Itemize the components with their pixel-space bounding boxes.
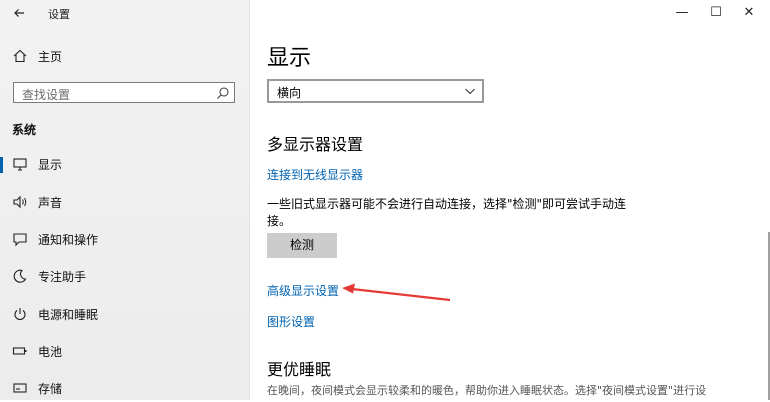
annotation-arrow-icon (342, 283, 451, 302)
sidebar-item-focus-assist[interactable]: 专注助手 (0, 264, 249, 290)
sidebar-item-label: 专注助手 (38, 270, 87, 284)
multi-display-heading: 多显示器设置 (267, 135, 364, 154)
advanced-display-settings-link[interactable]: 高级显示设置 (267, 282, 339, 299)
sidebar-item-label: 通知和操作 (38, 233, 99, 247)
monitor-icon (13, 158, 27, 171)
sidebar-item-label: 电源和睡眠 (38, 308, 99, 322)
sidebar: 设置 主页 查找设置 系统 显示 声音 通知和操作 专注助手 电源和睡眠 电池 … (0, 0, 250, 400)
app-title: 设置 (48, 8, 70, 21)
wireless-display-link[interactable]: 连接到无线显示器 (267, 166, 363, 183)
storage-icon (13, 383, 27, 393)
sidebar-item-label: 声音 (38, 196, 63, 210)
speaker-icon (13, 195, 27, 209)
detect-button[interactable]: 检测 (267, 233, 337, 258)
sidebar-item-storage[interactable]: 存储 (0, 376, 249, 402)
notification-icon (13, 233, 27, 247)
sidebar-item-power-sleep[interactable]: 电源和睡眠 (0, 302, 249, 328)
close-button[interactable]: ✕ (726, 2, 770, 24)
sleep-description: 在晚间，夜间模式会显示较柔和的暖色，帮助你进入睡眠状态。选择"夜间模式设置"进行… (267, 384, 707, 397)
sleep-heading: 更优睡眠 (267, 360, 332, 379)
back-button[interactable] (8, 3, 30, 23)
sidebar-item-label: 主页 (38, 50, 63, 64)
sidebar-item-sound[interactable]: 声音 (0, 190, 249, 216)
home-icon (13, 49, 27, 63)
power-icon (14, 308, 26, 321)
orientation-value: 横向 (277, 86, 302, 100)
sidebar-item-battery[interactable]: 电池 (0, 339, 249, 365)
sidebar-item-display[interactable]: 显示 (0, 152, 249, 178)
sidebar-item-label: 显示 (38, 158, 63, 172)
graphics-settings-link[interactable]: 图形设置 (267, 313, 315, 330)
search-input[interactable]: 查找设置 (13, 82, 235, 103)
search-icon[interactable] (216, 86, 230, 100)
back-arrow-icon (14, 9, 24, 17)
page-title: 显示 (267, 46, 312, 71)
chevron-down-icon (465, 88, 475, 95)
orientation-dropdown[interactable]: 横向 (267, 79, 484, 103)
detect-description: 一些旧式显示器可能不会进行自动连接，选择"检测"即可尝试手动连接。 (267, 197, 627, 228)
search-placeholder: 查找设置 (22, 88, 71, 102)
section-heading: 系统 (12, 123, 37, 137)
sidebar-item-home[interactable]: 主页 (0, 44, 249, 70)
sidebar-item-notifications[interactable]: 通知和操作 (0, 227, 249, 253)
main-content: — ☐ ✕ 显示 横向 多显示器设置 连接到无线显示器 一些旧式显示器可能不会进… (250, 0, 770, 400)
battery-icon (12, 347, 27, 355)
sidebar-item-label: 电池 (38, 345, 63, 359)
titlebar-left: 设置 (0, 0, 249, 28)
active-indicator (0, 157, 3, 173)
sidebar-item-label: 存储 (38, 382, 63, 396)
moon-icon (13, 269, 27, 283)
